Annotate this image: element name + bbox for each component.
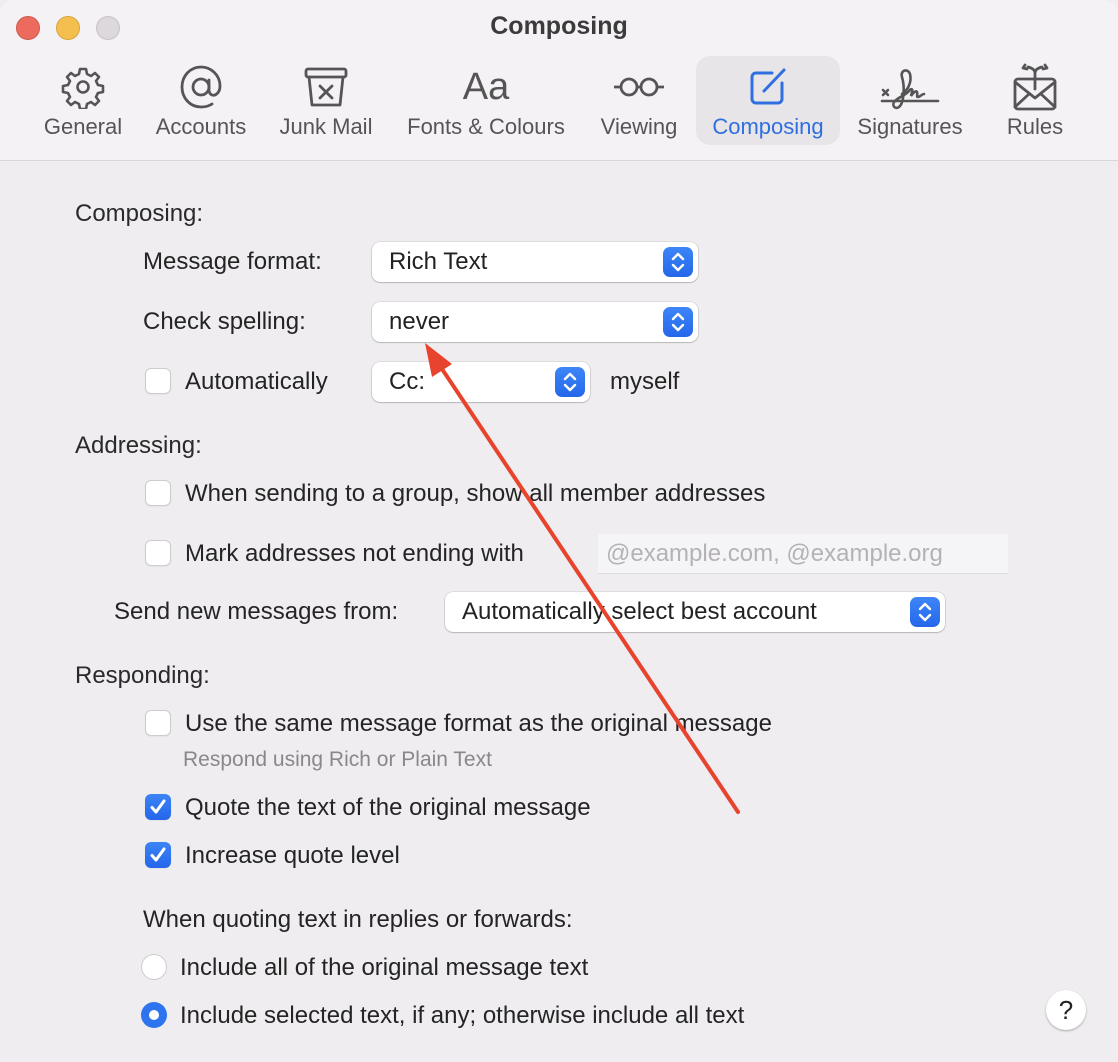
tab-label: Junk Mail <box>279 114 373 139</box>
addressing-heading: Addressing: <box>75 432 202 459</box>
auto-cc-suffix: myself <box>610 368 680 395</box>
auto-cc-popup[interactable]: Cc: <box>372 362 590 402</box>
auto-cc-value: Cc: <box>389 368 425 395</box>
message-format-label: Message format: <box>143 248 322 275</box>
auto-cc-label: Automatically <box>185 368 328 395</box>
titlebar: Composing General Accounts Junk Mail Aa … <box>0 0 1118 161</box>
tab-rules[interactable]: Rules <box>990 56 1080 145</box>
tab-label: Rules <box>1006 114 1064 139</box>
show-group-members-checkbox[interactable] <box>145 480 171 506</box>
tab-general[interactable]: General <box>34 56 132 145</box>
tab-signatures[interactable]: Signatures <box>850 56 970 145</box>
at-sign-icon <box>178 60 224 114</box>
same-format-checkbox[interactable] <box>145 710 171 736</box>
gear-icon <box>61 60 105 114</box>
tab-label: Signatures <box>857 114 963 139</box>
composing-heading: Composing: <box>75 200 204 227</box>
check-spelling-label: Check spelling: <box>143 308 306 335</box>
annotation-arrow-shaft <box>434 358 740 814</box>
tab-fonts-colours[interactable]: Aa Fonts & Colours <box>396 56 576 145</box>
send-from-value: Automatically select best account <box>462 598 817 625</box>
chevron-updown-icon <box>910 597 940 627</box>
increase-quote-label: Increase quote level <box>185 842 400 869</box>
tab-label: General <box>43 114 123 139</box>
tab-label: Composing <box>712 114 824 139</box>
message-format-popup[interactable]: Rich Text <box>372 242 698 282</box>
quote-text-label: Quote the text of the original message <box>185 794 591 821</box>
mark-addresses-input[interactable] <box>598 534 1008 573</box>
quote-selected-label: Include selected text, if any; otherwise… <box>180 1002 745 1029</box>
send-from-label: Send new messages from: <box>114 598 399 625</box>
check-spelling-popup[interactable]: never <box>372 302 698 342</box>
mark-addresses-checkbox[interactable] <box>145 540 171 566</box>
signature-icon <box>880 60 940 114</box>
checkmark-icon <box>150 847 166 862</box>
compose-pencil-icon <box>746 60 790 114</box>
tab-label: Viewing <box>600 114 678 139</box>
tab-composing[interactable]: Composing <box>696 56 840 145</box>
fonts-aa-icon: Aa <box>462 66 510 108</box>
chevron-updown-icon <box>663 247 693 277</box>
quote-text-checkbox[interactable] <box>145 794 171 820</box>
preferences-window: Composing General Accounts Junk Mail Aa … <box>0 0 1118 1062</box>
chevron-updown-icon <box>663 307 693 337</box>
window-title: Composing <box>490 12 628 40</box>
tab-junk-mail[interactable]: Junk Mail <box>270 56 382 145</box>
same-format-hint: Respond using Rich or Plain Text <box>183 748 492 771</box>
tab-label: Fonts & Colours <box>407 114 565 139</box>
quote-all-label: Include all of the original message text <box>180 954 589 981</box>
glasses-icon <box>611 60 667 114</box>
check-spelling-value: never <box>389 308 450 335</box>
responding-heading: Responding: <box>75 662 210 689</box>
tab-label: Accounts <box>155 114 247 139</box>
quote-all-radio[interactable] <box>141 954 167 980</box>
message-format-value: Rich Text <box>389 248 488 275</box>
quote-selected-radio[interactable] <box>141 1002 167 1028</box>
show-group-members-label: When sending to a group, show all member… <box>185 480 766 507</box>
tab-accounts[interactable]: Accounts <box>148 56 254 145</box>
auto-cc-checkbox[interactable] <box>145 368 171 394</box>
mark-addresses-field-wrapper <box>598 534 1008 574</box>
tab-viewing[interactable]: Viewing <box>592 56 686 145</box>
envelope-rules-icon <box>1012 60 1058 114</box>
send-from-popup[interactable]: Automatically select best account <box>445 592 945 632</box>
increase-quote-checkbox[interactable] <box>145 842 171 868</box>
same-format-label: Use the same message format as the origi… <box>185 710 772 737</box>
mark-addresses-label: Mark addresses not ending with <box>185 540 524 567</box>
help-button[interactable]: ? <box>1046 990 1086 1030</box>
chevron-updown-icon <box>555 367 585 397</box>
checkmark-icon <box>150 799 166 814</box>
quoting-heading: When quoting text in replies or forwards… <box>143 906 573 933</box>
junk-bin-icon <box>303 60 349 114</box>
